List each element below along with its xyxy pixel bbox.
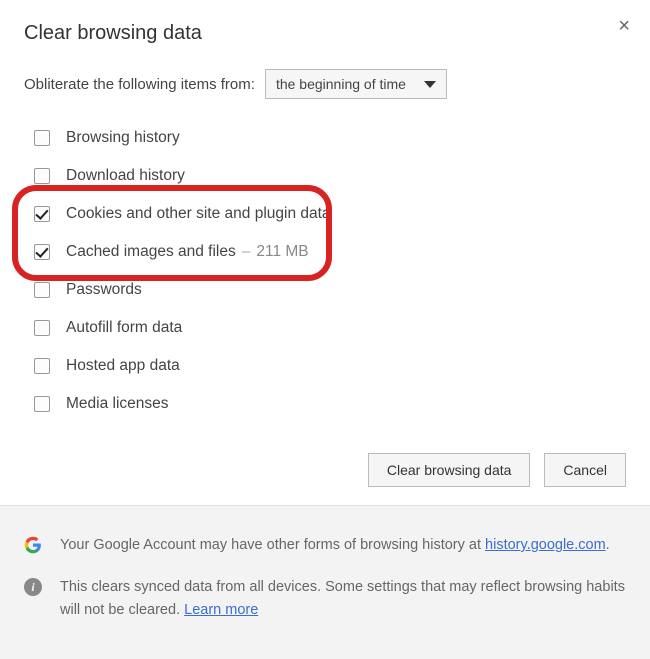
obliterate-from-row: Obliterate the following items from: the… <box>24 69 626 99</box>
footer-sync-text: This clears synced data from all devices… <box>60 576 626 621</box>
checkbox[interactable] <box>34 130 50 146</box>
chevron-down-icon <box>424 81 436 88</box>
clear-option-row: Cached images and files–211 MB <box>28 233 626 271</box>
clear-browsing-data-button[interactable]: Clear browsing data <box>368 453 531 487</box>
checkbox[interactable] <box>34 396 50 412</box>
clear-option-label: Autofill form data <box>66 319 182 337</box>
clear-option-row: Browsing history <box>28 119 626 157</box>
checkbox[interactable] <box>34 282 50 298</box>
dialog-footer: Your Google Account may have other forms… <box>0 506 650 659</box>
info-icon: i <box>24 578 42 596</box>
clear-option-label: Cached images and files–211 MB <box>66 243 309 261</box>
clear-option-row: Autofill form data <box>28 309 626 347</box>
checkbox[interactable] <box>34 244 50 260</box>
clear-option-row: Download history <box>28 157 626 195</box>
time-range-value: the beginning of time <box>276 76 406 92</box>
close-icon[interactable]: × <box>614 12 634 40</box>
time-range-dropdown[interactable]: the beginning of time <box>265 69 447 99</box>
clear-option-label: Hosted app data <box>66 357 180 375</box>
footer-sync-row: i This clears synced data from all devic… <box>24 566 626 631</box>
clear-option-label: Cookies and other site and plugin data <box>66 205 331 223</box>
clear-option-row: Media licenses <box>28 385 626 423</box>
dialog-title: Clear browsing data <box>24 22 626 45</box>
clear-option-label: Browsing history <box>66 129 180 147</box>
obliterate-from-label: Obliterate the following items from: <box>24 76 255 93</box>
clear-option-label: Download history <box>66 167 185 185</box>
clear-option-row: Passwords <box>28 271 626 309</box>
checkbox[interactable] <box>34 206 50 222</box>
clear-option-row: Cookies and other site and plugin data <box>28 195 626 233</box>
clear-option-label: Passwords <box>66 281 142 299</box>
history-google-com-link[interactable]: history.google.com <box>485 537 606 553</box>
clear-option-label: Media licenses <box>66 395 169 413</box>
clear-options-list: Browsing history Download history Cookies … <box>24 119 626 423</box>
checkbox[interactable] <box>34 320 50 336</box>
clear-option-row: Hosted app data <box>28 347 626 385</box>
footer-account-text: Your Google Account may have other forms… <box>60 534 610 556</box>
google-logo-icon <box>24 536 42 554</box>
cancel-button[interactable]: Cancel <box>544 453 626 487</box>
dialog-button-row: Clear browsing data Cancel <box>0 423 650 506</box>
checkbox[interactable] <box>34 168 50 184</box>
learn-more-link[interactable]: Learn more <box>184 602 258 618</box>
checkbox[interactable] <box>34 358 50 374</box>
clear-browsing-data-dialog: × Clear browsing data Obliterate the fol… <box>0 0 650 423</box>
clear-option-detail: 211 MB <box>256 243 308 260</box>
footer-google-account-row: Your Google Account may have other forms… <box>24 524 626 566</box>
